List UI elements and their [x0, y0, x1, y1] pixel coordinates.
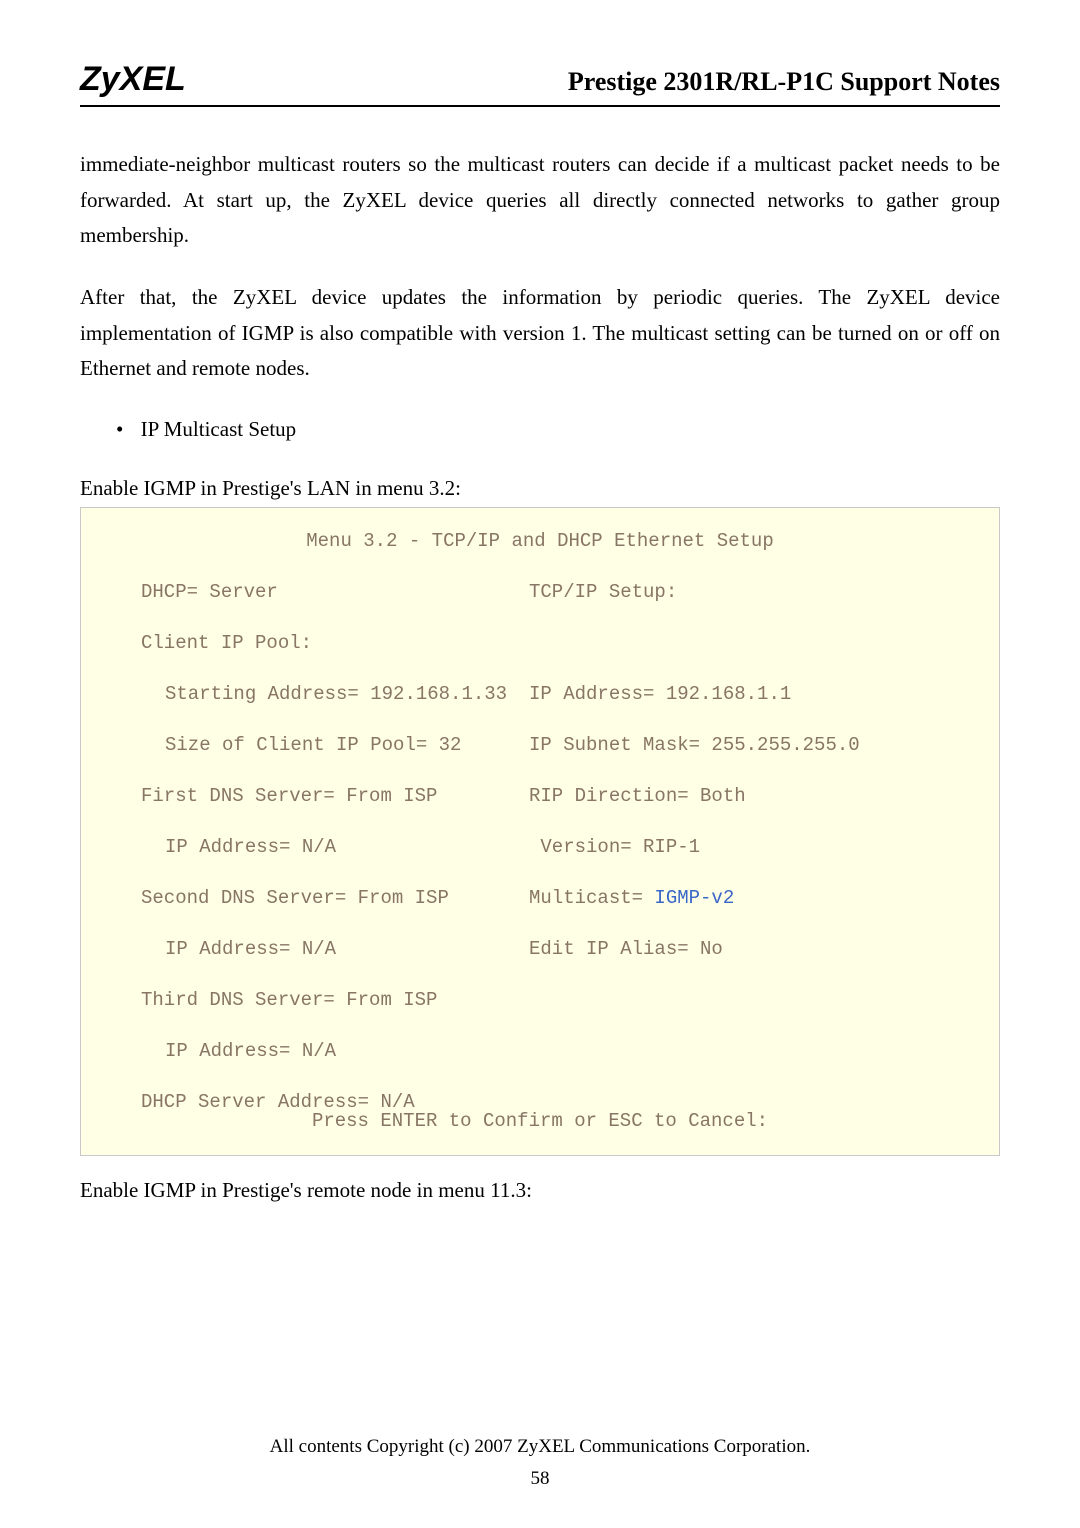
brand-logo: ZyXEL	[80, 60, 186, 99]
terminal-cell-left: IP Address= N/A	[109, 940, 529, 959]
terminal-cell-right	[529, 1042, 971, 1061]
terminal-row: Third DNS Server= From ISP	[109, 991, 971, 1010]
bullet-icon: •	[116, 417, 123, 441]
terminal-cell-right	[529, 634, 971, 653]
terminal-row: First DNS Server= From ISPRIP Direction=…	[109, 787, 971, 806]
terminal-row: Starting Address= 192.168.1.33IP Address…	[109, 685, 971, 704]
terminal-row: DHCP= ServerTCP/IP Setup:	[109, 583, 971, 602]
terminal-cell-right	[529, 991, 971, 1010]
terminal-footer: Press ENTER to Confirm or ESC to Cancel:	[109, 1112, 971, 1131]
terminal-row: IP Address= N/AEdit IP Alias= No	[109, 940, 971, 959]
bullet-label: IP Multicast Setup	[141, 417, 297, 441]
terminal-cell-left: IP Address= N/A	[109, 838, 529, 857]
bullet-item: • IP Multicast Setup	[80, 417, 1000, 442]
terminal-cell-right: RIP Direction= Both	[529, 787, 971, 806]
terminal-cell-right: IP Subnet Mask= 255.255.255.0	[529, 736, 971, 755]
terminal-cell-right: Multicast= IGMP-v2	[529, 889, 971, 908]
terminal-cell-right: IP Address= 192.168.1.1	[529, 685, 971, 704]
terminal-title: Menu 3.2 - TCP/IP and DHCP Ethernet Setu…	[109, 532, 971, 551]
terminal-cell-left: Starting Address= 192.168.1.33	[109, 685, 529, 704]
terminal-cell-left: DHCP= Server	[109, 583, 529, 602]
terminal-caption: Enable IGMP in Prestige's LAN in menu 3.…	[80, 476, 1000, 501]
terminal-row: Size of Client IP Pool= 32IP Subnet Mask…	[109, 736, 971, 755]
terminal-row: Client IP Pool:	[109, 634, 971, 653]
terminal-cell-right: Edit IP Alias= No	[529, 940, 971, 959]
highlight-value: IGMP-v2	[654, 887, 734, 909]
paragraph-2: After that, the ZyXEL device updates the…	[80, 280, 1000, 387]
terminal-cell-left: Second DNS Server= From ISP	[109, 889, 529, 908]
terminal-rows: DHCP= ServerTCP/IP Setup: Client IP Pool:…	[109, 583, 971, 1112]
terminal-block: Menu 3.2 - TCP/IP and DHCP Ethernet Setu…	[80, 507, 1000, 1156]
terminal-row: IP Address= N/A Version= RIP-1	[109, 838, 971, 857]
post-terminal-text: Enable IGMP in Prestige's remote node in…	[80, 1178, 1000, 1203]
terminal-cell-left: Third DNS Server= From ISP	[109, 991, 529, 1010]
page-header: ZyXEL Prestige 2301R/RL-P1C Support Note…	[80, 60, 1000, 107]
terminal-cell-left: Client IP Pool:	[109, 634, 529, 653]
terminal-cell-right: TCP/IP Setup:	[529, 583, 971, 602]
terminal-cell-right: Version= RIP-1	[529, 838, 971, 857]
terminal-row: Second DNS Server= From ISPMulticast= IG…	[109, 889, 971, 908]
copyright-line: All contents Copyright (c) 2007 ZyXEL Co…	[0, 1436, 1080, 1458]
terminal-cell-left: First DNS Server= From ISP	[109, 787, 529, 806]
paragraph-1: immediate-neighbor multicast routers so …	[80, 147, 1000, 254]
page-number: 58	[0, 1468, 1080, 1490]
terminal-row: IP Address= N/A	[109, 1042, 971, 1061]
terminal-cell-left: Size of Client IP Pool= 32	[109, 736, 529, 755]
document-title: Prestige 2301R/RL-P1C Support Notes	[568, 67, 1000, 99]
terminal-cell-left: IP Address= N/A	[109, 1042, 529, 1061]
